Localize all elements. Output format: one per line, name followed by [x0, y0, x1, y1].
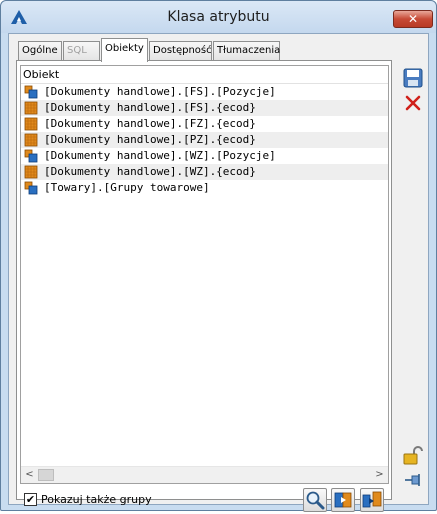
- show-groups-label: Pokazuj także grupy: [41, 493, 152, 506]
- list-item[interactable]: [Dokumenty handlowe].[WZ].[Pozycje]: [21, 148, 388, 164]
- tab-sql: SQL: [63, 41, 100, 61]
- padlock-icon: [403, 446, 423, 465]
- list-item[interactable]: [Towary].[Grupy towarowe]: [21, 180, 388, 196]
- list-item[interactable]: [Dokumenty handlowe].[FZ].{ecod}: [21, 116, 388, 132]
- save-button[interactable]: [403, 68, 423, 88]
- list-item[interactable]: [Dokumenty handlowe].[FS].{ecod}: [21, 100, 388, 116]
- object-blue-icon: [24, 181, 38, 195]
- close-button[interactable]: ✕: [393, 10, 433, 28]
- dialog-window: Klasa atrybutu ✕ Ogólne SQL Obiekty Dost…: [0, 0, 437, 512]
- horizontal-scrollbar[interactable]: < >: [21, 466, 388, 483]
- object-orange-icon: [24, 133, 38, 147]
- add-multiple-objects-icon: [362, 491, 382, 508]
- unlock-button[interactable]: [403, 445, 423, 465]
- red-x-icon: [405, 95, 421, 111]
- object-blue-icon: [24, 85, 38, 99]
- floppy-disk-icon: [403, 68, 423, 88]
- list-item-text: [Dokumenty handlowe].[PZ].{ecod}: [44, 133, 256, 146]
- list-item[interactable]: [Dokumenty handlowe].[PZ].{ecod}: [21, 132, 388, 148]
- pin-icon: [405, 474, 420, 486]
- tab-dostepnosc[interactable]: Dostępność: [149, 41, 212, 61]
- list-item-text: [Dokumenty handlowe].[FS].{ecod}: [44, 101, 256, 114]
- column-header-obiekt[interactable]: Obiekt: [21, 66, 388, 84]
- object-orange-icon: [24, 117, 38, 131]
- tab-obiekty[interactable]: Obiekty: [101, 38, 148, 62]
- dialog-body: Ogólne SQL Obiekty Dostępność Tłumaczeni…: [8, 33, 429, 512]
- list-item-text: [Dokumenty handlowe].[WZ].[Pozycje]: [44, 149, 276, 162]
- tab-ogolne[interactable]: Ogólne: [18, 41, 62, 61]
- list-item[interactable]: [Dokumenty handlowe].[WZ].{ecod}: [21, 164, 388, 180]
- list-item-text: [Dokumenty handlowe].[FS].[Pozycje]: [44, 85, 276, 98]
- object-blue-icon: [24, 149, 38, 163]
- title-bar[interactable]: Klasa atrybutu ✕: [1, 1, 436, 33]
- add-object-icon: [334, 492, 352, 508]
- search-button[interactable]: [303, 488, 327, 512]
- list-item-text: [Towary].[Grupy towarowe]: [44, 181, 210, 194]
- window-title: Klasa atrybutu: [167, 9, 270, 25]
- object-orange-icon: [24, 101, 38, 115]
- delete-button[interactable]: [403, 93, 423, 113]
- list-item-text: [Dokumenty handlowe].[WZ].{ecod}: [44, 165, 256, 178]
- add-multiple-objects-button[interactable]: [360, 488, 384, 512]
- object-orange-icon: [24, 165, 38, 179]
- objects-list[interactable]: Obiekt [Dokumenty handlowe].[FS].[Pozycj…: [20, 65, 389, 484]
- tab-tlumaczenia[interactable]: Tłumaczenia: [213, 41, 280, 61]
- show-groups-checkbox[interactable]: ✔: [24, 493, 37, 506]
- objects-rows: [Dokumenty handlowe].[FS].[Pozycje] [Dok…: [21, 84, 388, 196]
- objects-tab-panel: Obiekt [Dokumenty handlowe].[FS].[Pozycj…: [16, 60, 392, 512]
- search-icon: [306, 491, 325, 510]
- scroll-right-arrow[interactable]: >: [371, 467, 388, 483]
- list-item-text: [Dokumenty handlowe].[FZ].{ecod}: [44, 117, 256, 130]
- list-item[interactable]: [Dokumenty handlowe].[FS].[Pozycje]: [21, 84, 388, 100]
- scroll-left-arrow[interactable]: <: [21, 467, 38, 483]
- add-object-button[interactable]: [331, 488, 355, 512]
- pin-button[interactable]: [403, 470, 423, 490]
- scroll-thumb[interactable]: [38, 469, 54, 481]
